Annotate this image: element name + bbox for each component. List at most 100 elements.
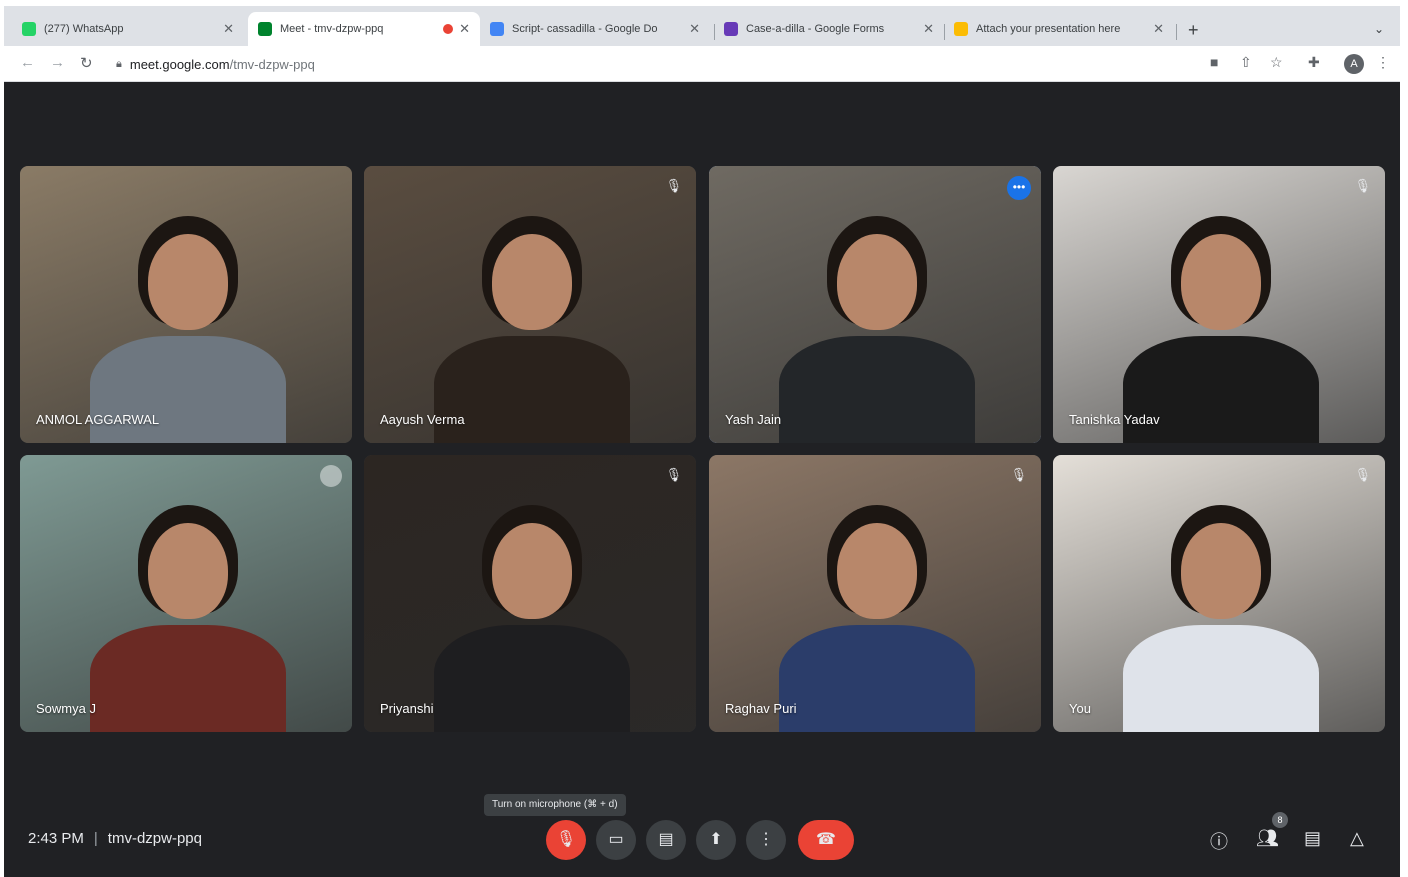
microphone-off-button[interactable]: 🎙︎ (546, 820, 586, 860)
participant-tile[interactable]: 🎙︎ Aayush Verma (364, 166, 696, 443)
browser-menu-icon[interactable]: ⋮ (1376, 54, 1390, 71)
chat-icon[interactable]: ▤ (1304, 828, 1321, 849)
reload-icon[interactable]: ↻ (80, 54, 93, 72)
face-shape (1181, 234, 1261, 330)
mic-off-icon: 🎙︎ (555, 831, 577, 848)
participant-tile[interactable]: 🎙︎ Raghav Puri (709, 455, 1041, 732)
activities-icon[interactable]: △ (1350, 828, 1364, 849)
bookmark-star-icon[interactable]: ☆ (1270, 54, 1283, 71)
torso-shape (90, 625, 286, 732)
camera-in-use-icon[interactable]: ■ (1210, 54, 1218, 70)
recording-dot-icon (443, 24, 454, 34)
speaking-indicator-icon (320, 465, 342, 487)
forms-favicon-icon (724, 22, 738, 36)
participant-tile[interactable]: 🎙︎ Tanishka Yadav (1053, 166, 1385, 443)
hang-up-icon: ☎ (816, 831, 836, 848)
share-icon[interactable]: ⇧ (1240, 54, 1252, 71)
mic-muted-icon: 🎙︎ (1354, 467, 1371, 482)
video-feed (1053, 166, 1385, 443)
torso-shape (779, 336, 975, 443)
tab-title: (277) WhatsApp (44, 23, 124, 35)
chevron-down-icon[interactable]: ⌄ (1374, 22, 1384, 36)
browser-toolbar: ← → ↻ 🔒︎ meet.google.com /tmv-dzpw-ppq ■… (4, 46, 1400, 82)
camera-button[interactable]: ▭ (596, 820, 636, 860)
meeting-code: tmv-dzpw-ppq (107, 830, 202, 847)
face-shape (1181, 523, 1261, 619)
participant-name: Yash Jain (725, 412, 782, 427)
tab-title: Script- cassadilla - Google Do (512, 23, 658, 35)
tab-google-drive[interactable]: Attach your presentation here ✕ (944, 12, 1174, 46)
video-feed (709, 166, 1041, 443)
captions-button[interactable]: ▤ (646, 820, 686, 860)
close-tab-icon[interactable]: ✕ (223, 21, 234, 37)
leave-call-button[interactable]: ☎ (798, 820, 854, 860)
participant-name: Tanishka Yadav (1069, 412, 1160, 427)
video-feed (20, 455, 352, 732)
meet-favicon-icon (258, 22, 272, 36)
face-shape (492, 234, 572, 330)
participant-tile[interactable]: ANMOL AGGARWAL (20, 166, 352, 443)
face-shape (148, 234, 228, 330)
video-feed (1053, 455, 1385, 732)
captions-icon: ▤ (658, 831, 674, 848)
participant-tile[interactable]: 🎙︎ Priyanshi (364, 455, 696, 732)
new-tab-icon[interactable]: + (1188, 20, 1199, 41)
torso-shape (779, 625, 975, 732)
video-feed (364, 166, 696, 443)
url-host: meet.google.com (129, 56, 230, 72)
participant-name: Priyanshi (380, 701, 434, 716)
tab-whatsapp[interactable]: (277) WhatsApp ✕ (12, 12, 244, 46)
participant-name: Sowmya J (36, 701, 96, 716)
participant-name: Raghav Puri (725, 701, 797, 716)
close-tab-icon[interactable]: ✕ (1153, 21, 1164, 37)
drive-favicon-icon (954, 22, 968, 36)
docs-favicon-icon (490, 22, 504, 36)
people-icon[interactable]: 👥︎ (1256, 828, 1279, 849)
torso-shape (1123, 625, 1319, 732)
video-feed (709, 455, 1041, 732)
mic-muted-icon: 🎙︎ (665, 178, 682, 193)
meeting-info-icon[interactable]: ⓘ (1210, 828, 1228, 854)
close-tab-icon[interactable]: ✕ (923, 21, 934, 37)
face-shape (837, 523, 917, 619)
tab-google-docs[interactable]: Script- cassadilla - Google Do ✕ (480, 12, 710, 46)
participant-name: ANMOL AGGARWAL (36, 412, 160, 427)
torso-shape (434, 625, 630, 732)
extensions-puzzle-icon[interactable]: ✚ (1308, 54, 1320, 71)
whatsapp-favicon-icon (22, 22, 36, 36)
profile-avatar[interactable]: A (1344, 54, 1364, 74)
tab-separator (1176, 24, 1177, 40)
mic-muted-icon: 🎙︎ (1010, 467, 1027, 482)
face-shape (148, 523, 228, 619)
lock-icon: 🔒︎ (116, 57, 122, 70)
tab-google-forms[interactable]: Case-a-dilla - Google Forms ✕ (714, 12, 944, 46)
tab-title: Attach your presentation here (976, 23, 1121, 35)
face-shape (837, 234, 917, 330)
back-arrow-icon[interactable]: ← (20, 54, 35, 71)
url-path: /tmv-dzpw-ppq (229, 56, 315, 72)
more-vert-icon: ⋮ (758, 831, 774, 848)
mic-muted-icon: 🎙︎ (1354, 178, 1371, 193)
present-button[interactable]: ⬆ (696, 820, 736, 860)
meet-stage: ANMOL AGGARWAL 🎙︎ Aayush Verma ••• Yash … (4, 82, 1400, 877)
close-tab-icon[interactable]: ✕ (689, 21, 700, 37)
divider: | (93, 830, 98, 847)
participant-tile[interactable]: Sowmya J (20, 455, 352, 732)
tab-title: Case-a-dilla - Google Forms (746, 23, 885, 35)
more-options-icon[interactable]: ••• (1007, 176, 1031, 200)
video-feed (364, 455, 696, 732)
close-tab-icon[interactable]: ✕ (459, 21, 470, 37)
address-bar[interactable]: 🔒︎ meet.google.com /tmv-dzpw-ppq (116, 52, 315, 76)
current-time: 2:43 PM (28, 830, 84, 847)
tab-meet[interactable]: Meet - tmv-dzpw-ppq ✕ (248, 12, 480, 46)
participant-name: You (1069, 701, 1091, 716)
mic-muted-icon: 🎙︎ (665, 467, 682, 482)
browser-window: (277) WhatsApp ✕ Meet - tmv-dzpw-ppq ✕ S… (0, 0, 1408, 877)
participant-tile-pinned[interactable]: ••• Yash Jain (709, 166, 1041, 443)
face-shape (492, 523, 572, 619)
present-screen-icon: ⬆ (709, 831, 723, 848)
self-view-tile[interactable]: 🎙︎ You (1053, 455, 1385, 732)
more-options-button[interactable]: ⋮ (746, 820, 786, 860)
forward-arrow-icon[interactable]: → (50, 54, 65, 71)
camera-icon: ▭ (608, 831, 624, 848)
